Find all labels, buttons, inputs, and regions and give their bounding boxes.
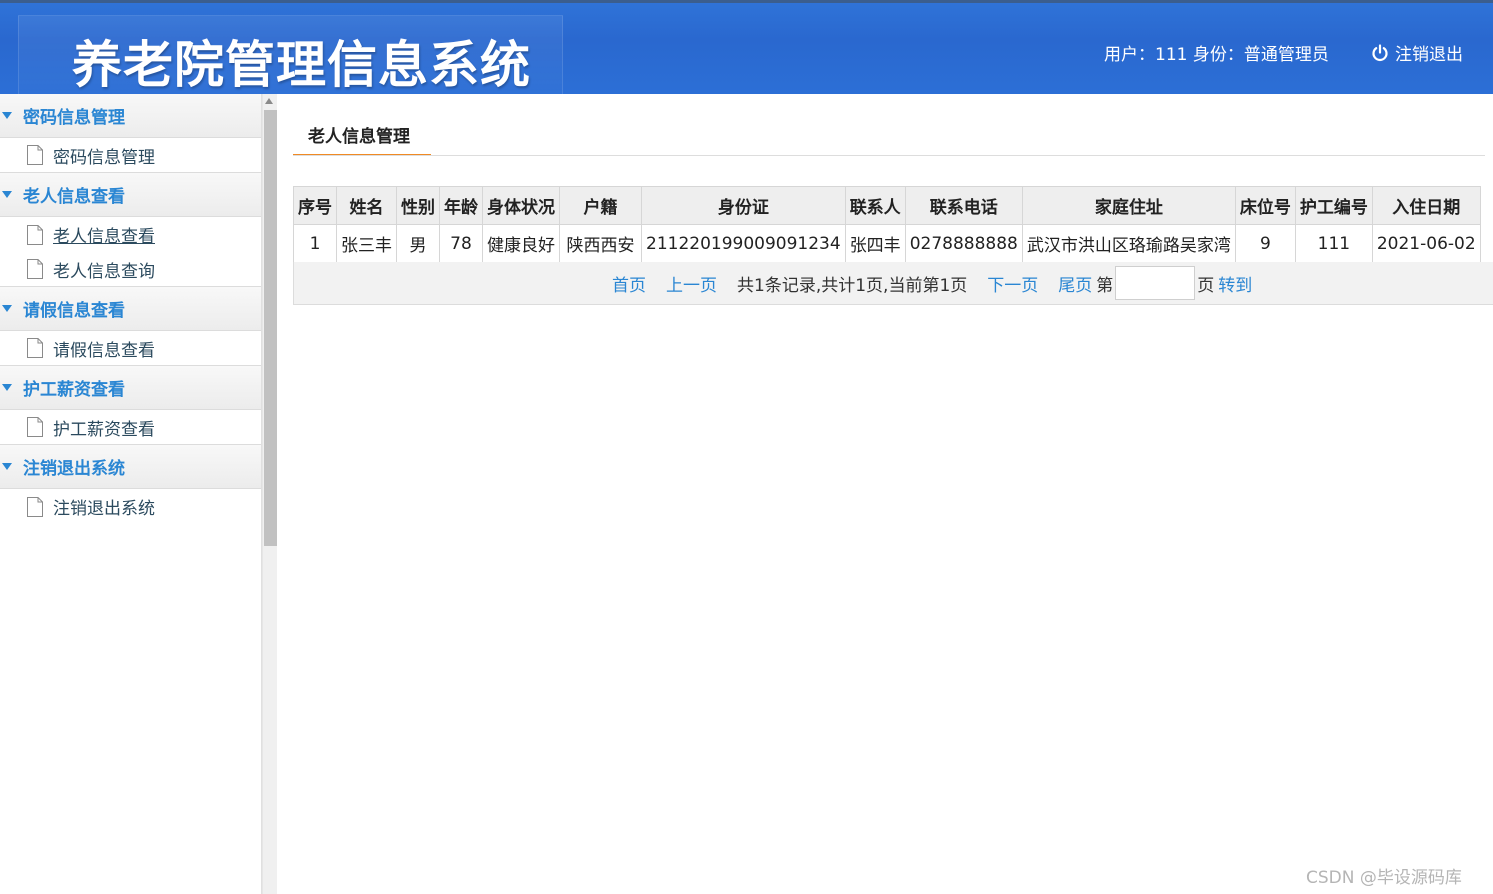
column-header: 身份证: [641, 186, 846, 225]
sidebar-item-label: 注销退出系统: [53, 499, 155, 519]
table-cell: 男: [396, 224, 440, 263]
sidebar-item-label: 护工薪资查看: [53, 419, 155, 440]
logout-label: 注销退出: [1395, 45, 1463, 65]
column-header: 序号: [293, 186, 337, 225]
table-cell: 211220199009091234: [641, 224, 846, 263]
document-icon: [26, 258, 44, 280]
menu-group-elder-view[interactable]: 老人信息查看: [0, 173, 261, 217]
sidebar-item-label: 密码信息管理: [53, 147, 155, 168]
page-number-input[interactable]: [1115, 266, 1196, 300]
sidebar-item-password-manage[interactable]: 密码信息管理: [0, 138, 261, 173]
caret-down-icon: [2, 305, 12, 312]
document-icon: [26, 416, 44, 438]
main-content: 老人信息管理 序号 姓名 性别 年龄 身体状况 户籍 身份证 联系人 联系电话 …: [277, 94, 1493, 894]
first-page-link[interactable]: 首页: [612, 271, 646, 296]
column-header: 护工编号: [1294, 186, 1373, 225]
app-title: 养老院管理信息系统: [72, 36, 531, 94]
top-header: 养老院管理信息系统 用户：111 身份：普通管理员 注销退出: [0, 0, 1493, 95]
go-page-link[interactable]: 转到: [1218, 271, 1252, 296]
pagination-bar: 首页 上一页 共1条记录,共计1页,当前第1页 下一页 尾页 第 页 转到: [293, 262, 1493, 305]
prev-page-link[interactable]: 上一页: [666, 271, 717, 296]
table-cell: 陕西西安: [559, 224, 642, 263]
menu-group-label: 请假信息查看: [23, 301, 125, 321]
elder-info-table: 序号 姓名 性别 年龄 身体状况 户籍 身份证 联系人 联系电话 家庭住址 床位…: [293, 186, 1481, 263]
caret-down-icon: [2, 112, 12, 119]
caret-down-icon: [2, 191, 12, 198]
sidebar-item-leave-view[interactable]: 请假信息查看: [0, 331, 261, 366]
sidebar: 密码信息管理 密码信息管理 老人信息查看 老人信息查看 老人信息查询 请假信息查…: [0, 94, 262, 894]
scroll-up-arrow-icon[interactable]: [265, 98, 273, 104]
table-cell: 1: [293, 224, 337, 263]
caret-down-icon: [2, 384, 12, 391]
table-container: 序号 姓名 性别 年龄 身体状况 户籍 身份证 联系人 联系电话 家庭住址 床位…: [293, 186, 1493, 263]
menu-group-leave[interactable]: 请假信息查看: [0, 287, 261, 331]
column-header: 联系人: [844, 186, 906, 225]
table-row: 1 张三丰 男 78 健康良好 陕西西安 211220199009091234 …: [293, 224, 1481, 263]
next-page-link[interactable]: 下一页: [987, 271, 1038, 296]
last-page-link[interactable]: 尾页: [1058, 271, 1092, 296]
table-cell: 78: [439, 224, 483, 263]
page-suffix-label: 页: [1197, 275, 1215, 296]
menu-group-salary[interactable]: 护工薪资查看: [0, 366, 261, 410]
logout-button[interactable]: 注销退出: [1370, 40, 1463, 65]
document-icon: [26, 496, 44, 518]
sidebar-item-elder-view[interactable]: 老人信息查看: [0, 217, 261, 252]
table-cell: 111: [1294, 224, 1373, 263]
menu-group-logout[interactable]: 注销退出系统: [0, 445, 261, 489]
column-header: 年龄: [439, 186, 483, 225]
table-cell: 张四丰: [844, 224, 906, 263]
column-header: 姓名: [336, 186, 397, 225]
sidebar-item-logout[interactable]: 注销退出系统: [0, 489, 261, 524]
document-icon: [26, 224, 44, 246]
pagination-info: 共1条记录,共计1页,当前第1页: [737, 275, 968, 296]
column-header: 床位号: [1234, 186, 1296, 225]
power-icon: [1370, 43, 1390, 63]
caret-down-icon: [2, 463, 12, 470]
column-header: 入住日期: [1371, 186, 1481, 225]
column-header: 家庭住址: [1021, 186, 1236, 225]
column-header: 联系电话: [904, 186, 1023, 225]
table-cell: 9: [1234, 224, 1296, 263]
sidebar-item-salary-view[interactable]: 护工薪资查看: [0, 410, 261, 445]
column-header: 性别: [396, 186, 440, 225]
sidebar-item-label: 老人信息查看: [53, 227, 155, 247]
watermark: CSDN @毕设源码库: [1306, 868, 1462, 888]
tab-elder-info-manage[interactable]: 老人信息管理: [293, 120, 431, 156]
page-prefix-label: 第: [1096, 275, 1114, 296]
tab-divider: [293, 155, 1485, 156]
document-icon: [26, 337, 44, 359]
column-header: 户籍: [559, 186, 642, 225]
sidebar-item-label: 老人信息查询: [53, 261, 155, 282]
document-icon: [26, 144, 44, 166]
table-header-row: 序号 姓名 性别 年龄 身体状况 户籍 身份证 联系人 联系电话 家庭住址 床位…: [293, 186, 1481, 225]
user-info: 用户：111 身份：普通管理员: [1104, 45, 1329, 65]
menu-group-label: 老人信息查看: [23, 187, 125, 207]
menu-group-password[interactable]: 密码信息管理: [0, 94, 261, 138]
column-header: 身体状况: [482, 186, 560, 225]
menu-group-label: 护工薪资查看: [23, 380, 125, 400]
table-cell: 0278888888: [904, 224, 1023, 263]
table-cell: 健康良好: [482, 224, 560, 263]
sidebar-item-label: 请假信息查看: [53, 340, 155, 361]
sidebar-item-elder-query[interactable]: 老人信息查询: [0, 252, 261, 287]
table-cell: 2021-06-02: [1371, 224, 1481, 263]
table-cell: 武汉市洪山区珞瑜路吴家湾: [1021, 224, 1236, 263]
sidebar-scrollbar[interactable]: [262, 94, 277, 894]
menu-group-label: 密码信息管理: [23, 108, 125, 128]
table-cell: 张三丰: [336, 224, 397, 263]
scrollbar-thumb[interactable]: [264, 110, 277, 546]
menu-group-label: 注销退出系统: [23, 459, 125, 479]
